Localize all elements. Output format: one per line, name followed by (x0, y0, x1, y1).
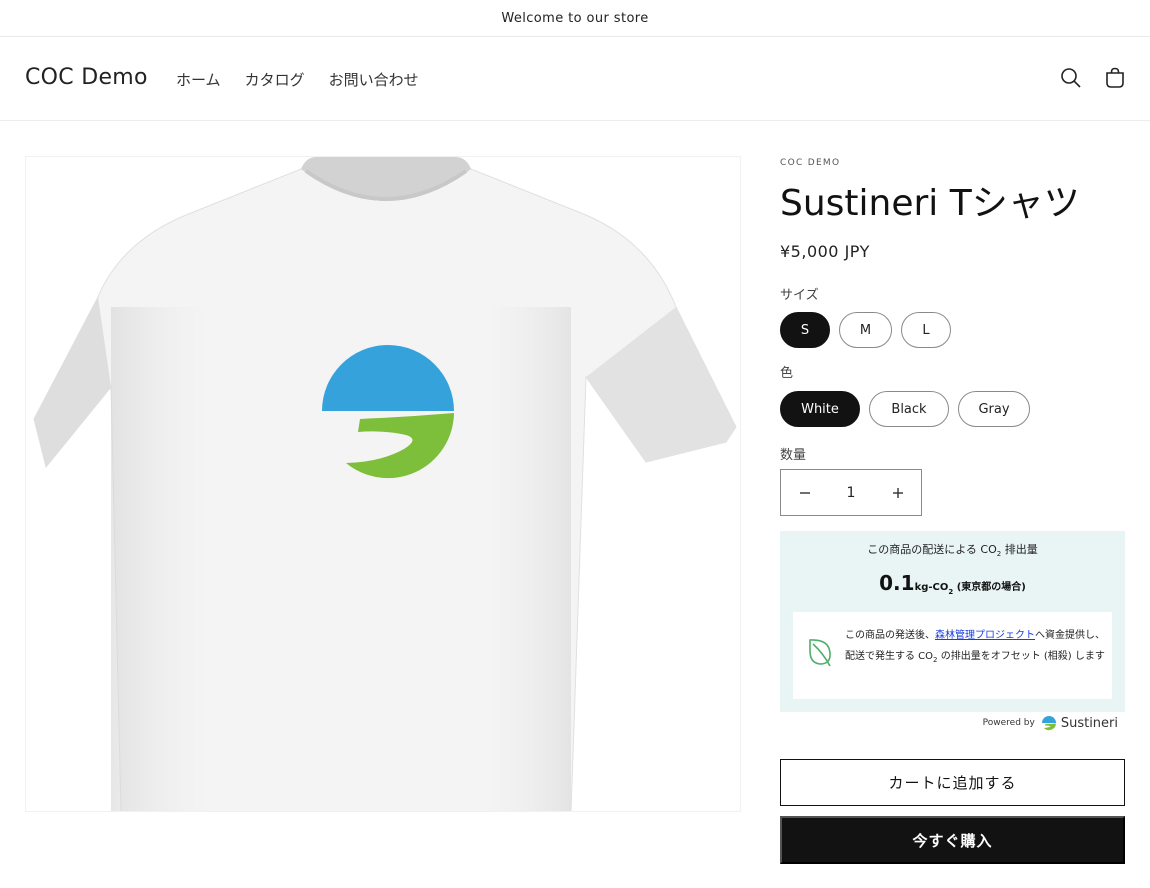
offset-info-card: この商品の発送後、森林管理プロジェクトへ資金提供し、配送で発生する CO2 の排… (793, 612, 1112, 699)
sustineri-brand: Sustineri (1060, 715, 1118, 731)
product-vendor: COC DEMO (780, 158, 841, 168)
product-price: ¥5,000 JPY (780, 242, 870, 261)
quantity-label: 数量 (780, 448, 807, 463)
plus-icon[interactable] (874, 470, 921, 515)
size-option-s[interactable]: S (780, 312, 830, 348)
color-option-gray[interactable]: Gray (958, 391, 1030, 427)
size-option-l[interactable]: L (901, 312, 951, 348)
forest-project-link[interactable]: 森林管理プロジェクト (935, 630, 1035, 641)
add-to-cart-button[interactable]: カートに追加する (780, 759, 1125, 806)
powered-by-label: Powered by (982, 718, 1035, 728)
cart-icon[interactable] (1103, 66, 1127, 90)
buy-now-button[interactable]: 今すぐ購入 (780, 816, 1125, 864)
powered-by: Powered by Sustineri (983, 715, 1118, 731)
co2-value: 0.1kg-CO2 (東京都の場合) (879, 571, 1026, 597)
site-header: COC Demo ホーム カタログ お問い合わせ (0, 37, 1150, 121)
co2-heading: この商品の配送による CO2 排出量 (867, 543, 1038, 559)
minus-icon[interactable] (781, 470, 828, 515)
offset-description: この商品の発送後、森林管理プロジェクトへ資金提供し、配送で発生する CO2 の排… (845, 630, 1105, 664)
size-options: S M L (780, 312, 960, 348)
tshirt-illustration (33, 157, 737, 811)
sustineri-logo-icon (1041, 716, 1056, 731)
leaf-icon (807, 637, 833, 667)
size-option-m[interactable]: M (839, 312, 892, 348)
color-option-white[interactable]: White (780, 391, 860, 427)
size-label: サイズ (780, 288, 819, 303)
nav-contact[interactable]: お問い合わせ (329, 69, 419, 90)
announcement-bar: Welcome to our store (0, 0, 1150, 37)
co2-emission-panel: この商品の配送による CO2 排出量 0.1kg-CO2 (東京都の場合) この… (780, 531, 1125, 712)
main-nav: ホーム カタログ お問い合わせ (176, 69, 443, 90)
nav-catalog[interactable]: カタログ (245, 69, 305, 90)
nav-home[interactable]: ホーム (176, 69, 221, 90)
product-title: Sustineri Tシャツ (780, 183, 1080, 224)
color-option-black[interactable]: Black (869, 391, 949, 427)
search-icon[interactable] (1059, 66, 1083, 90)
product-image[interactable] (25, 156, 741, 812)
color-options: White Black Gray (780, 391, 1039, 427)
quantity-stepper: 1 (780, 469, 922, 516)
color-label: 色 (780, 366, 794, 381)
quantity-input[interactable]: 1 (828, 485, 874, 501)
announcement-text: Welcome to our store (501, 10, 649, 26)
store-logo[interactable]: COC Demo (25, 65, 148, 90)
